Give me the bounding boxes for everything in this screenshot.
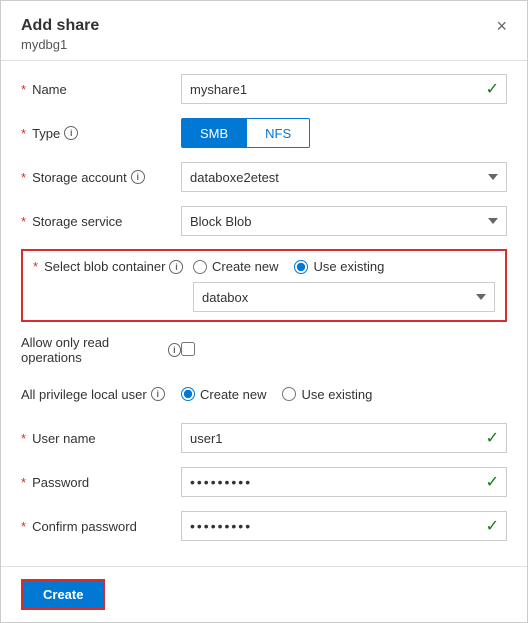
password-row: * Password ✓: [21, 466, 507, 498]
confirm-password-input[interactable]: [181, 511, 507, 541]
blob-container-select[interactable]: databox: [193, 282, 495, 312]
dialog-footer: Create: [1, 566, 527, 622]
storage-account-label: * Storage account i: [21, 170, 181, 185]
name-input[interactable]: [181, 74, 507, 104]
allow-read-checkbox-wrap: [181, 342, 507, 359]
create-button[interactable]: Create: [21, 579, 105, 610]
blob-use-existing-radio[interactable]: [294, 260, 308, 274]
type-label: * Type i: [21, 126, 181, 141]
privilege-radio-group: Create new Use existing: [181, 387, 372, 402]
username-input-wrap: ✓: [181, 423, 507, 453]
password-required: *: [21, 475, 26, 490]
privilege-use-existing-label[interactable]: Use existing: [282, 387, 372, 402]
privilege-label: All privilege local user i: [21, 387, 181, 402]
nfs-button[interactable]: NFS: [247, 118, 310, 148]
blob-required: *: [33, 259, 38, 274]
blob-use-existing-label[interactable]: Use existing: [294, 259, 384, 274]
type-required: *: [21, 126, 26, 141]
dialog-body: * Name ✓ * Type i SMB NFS * Sto: [1, 61, 527, 566]
type-toggle: SMB NFS: [181, 118, 310, 148]
storage-account-row: * Storage account i databoxe2etest: [21, 161, 507, 193]
storage-service-select-wrap: Block Blob Page Blob Azure Files: [181, 206, 507, 236]
type-info-icon: i: [64, 126, 78, 140]
name-row: * Name ✓: [21, 73, 507, 105]
storage-account-select-wrap: databoxe2etest: [181, 162, 507, 192]
username-input[interactable]: [181, 423, 507, 453]
name-required: *: [21, 82, 26, 97]
confirm-password-row: * Confirm password ✓: [21, 510, 507, 542]
blob-create-new-radio[interactable]: [193, 260, 207, 274]
username-check-icon: ✓: [486, 428, 499, 448]
password-check-icon: ✓: [486, 472, 499, 492]
name-check-icon: ✓: [486, 79, 499, 99]
username-row: * User name ✓: [21, 422, 507, 454]
allow-read-info-icon: i: [168, 343, 181, 357]
name-label: * Name: [21, 82, 181, 97]
storage-service-row: * Storage service Block Blob Page Blob A…: [21, 205, 507, 237]
privilege-create-new-label[interactable]: Create new: [181, 387, 266, 402]
username-label: * User name: [21, 431, 181, 446]
confirm-password-check-icon: ✓: [486, 516, 499, 536]
storage-service-label: * Storage service: [21, 214, 181, 229]
storage-service-required: *: [21, 214, 26, 229]
storage-account-select[interactable]: databoxe2etest: [181, 162, 507, 192]
blob-dropdown-row: databox: [33, 282, 495, 312]
password-label: * Password: [21, 475, 181, 490]
dialog-title: Add share: [21, 17, 507, 35]
dialog-header: Add share mydbg1 ×: [1, 1, 527, 61]
privilege-row: All privilege local user i Create new Us…: [21, 378, 507, 410]
blob-container-section: * Select blob container i Create new Use…: [21, 249, 507, 322]
allow-read-checkbox[interactable]: [181, 342, 195, 356]
blob-container-label: * Select blob container i: [33, 259, 193, 274]
password-input-wrap: ✓: [181, 467, 507, 497]
blob-create-new-label[interactable]: Create new: [193, 259, 278, 274]
username-required: *: [21, 431, 26, 446]
allow-read-label: Allow only read operations i: [21, 335, 181, 365]
allow-read-row: Allow only read operations i: [21, 334, 507, 366]
smb-button[interactable]: SMB: [181, 118, 247, 148]
password-input[interactable]: [181, 467, 507, 497]
confirm-password-label: * Confirm password: [21, 519, 181, 534]
privilege-info-icon: i: [151, 387, 165, 401]
close-button[interactable]: ×: [490, 15, 513, 37]
confirm-password-input-wrap: ✓: [181, 511, 507, 541]
confirm-password-required: *: [21, 519, 26, 534]
dialog-subtitle: mydbg1: [21, 37, 507, 52]
name-input-wrap: ✓: [181, 74, 507, 104]
storage-service-select[interactable]: Block Blob Page Blob Azure Files: [181, 206, 507, 236]
type-row: * Type i SMB NFS: [21, 117, 507, 149]
privilege-use-existing-radio[interactable]: [282, 387, 296, 401]
privilege-create-new-radio[interactable]: [181, 387, 195, 401]
storage-account-info-icon: i: [131, 170, 145, 184]
blob-info-icon: i: [169, 260, 183, 274]
blob-radio-group: Create new Use existing: [193, 259, 384, 274]
storage-account-required: *: [21, 170, 26, 185]
blob-container-row: * Select blob container i Create new Use…: [33, 259, 495, 274]
add-share-dialog: Add share mydbg1 × * Name ✓ * Type i SMB: [0, 0, 528, 623]
